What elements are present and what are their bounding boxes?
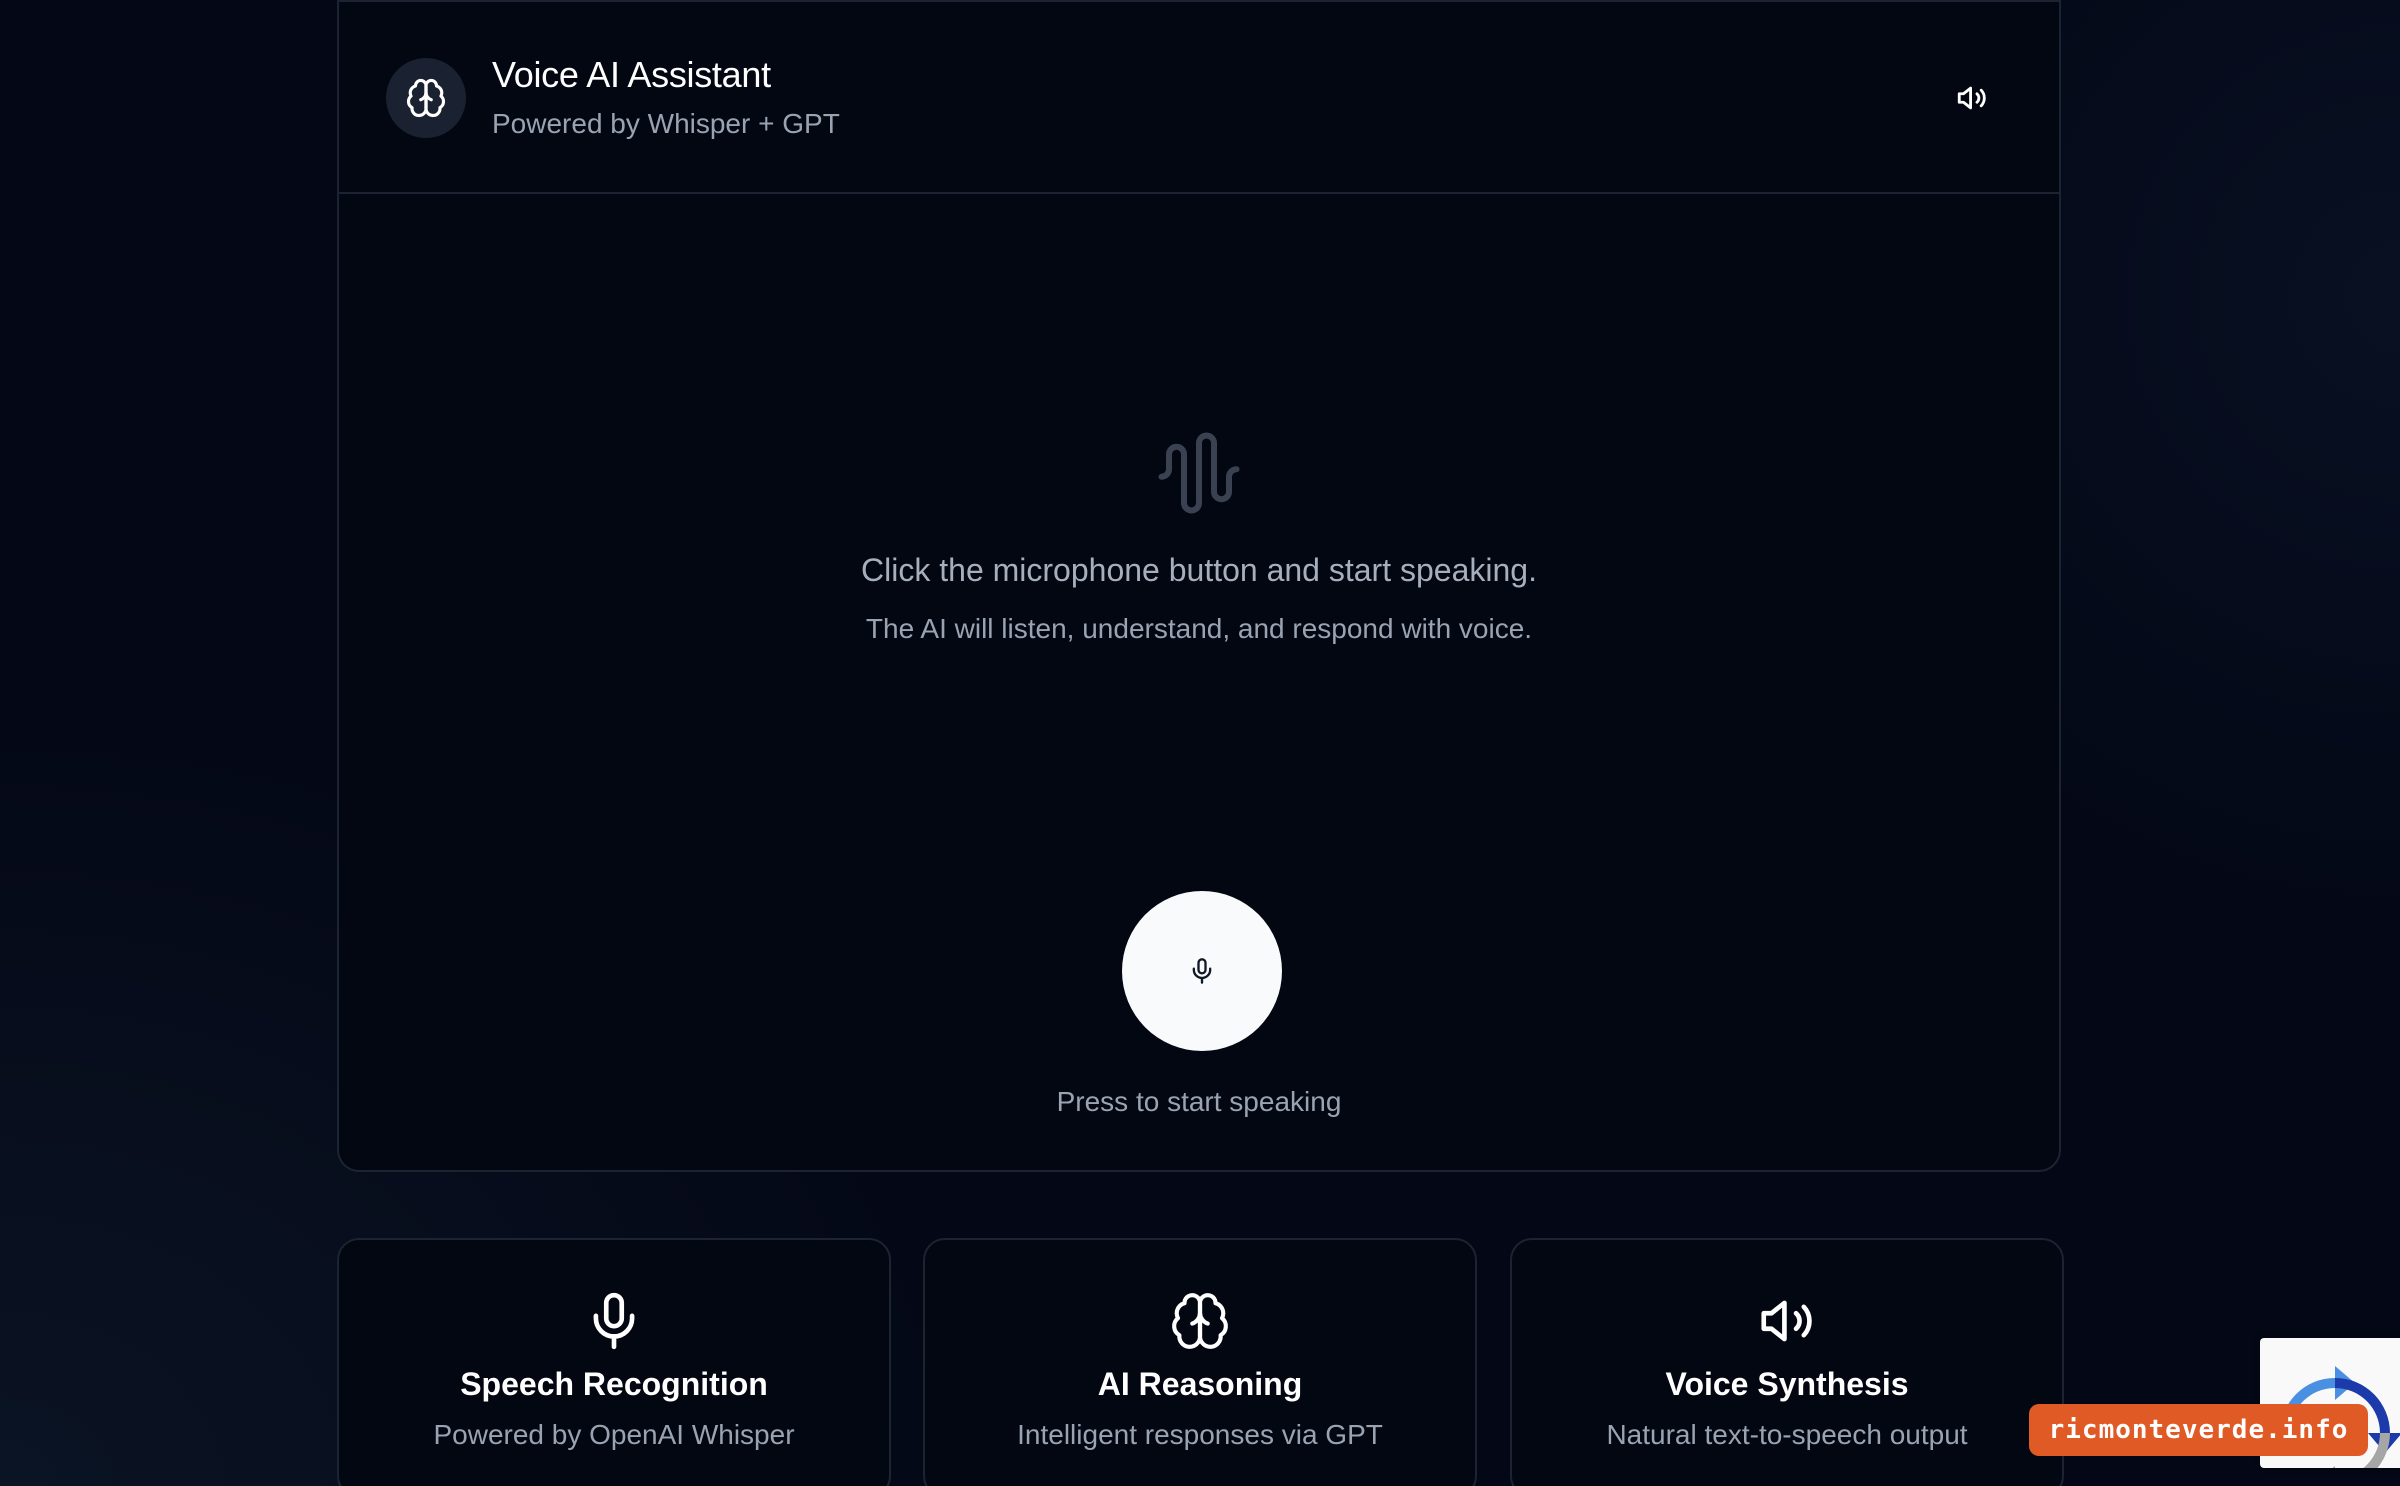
- feature-description: Intelligent responses via GPT: [1017, 1419, 1383, 1450]
- feature-title: Voice Synthesis: [1665, 1366, 1909, 1402]
- feature-description: Natural text-to-speech output: [1606, 1419, 1968, 1450]
- feature-card-speech-recognition: Speech Recognition Powered by OpenAI Whi…: [337, 1238, 891, 1486]
- feature-title: Speech Recognition: [460, 1366, 768, 1402]
- page-subtitle: Powered by Whisper + GPT: [492, 108, 840, 139]
- brain-icon: [1172, 1293, 1228, 1349]
- empty-state: Click the microphone button and start sp…: [339, 428, 2059, 645]
- microphone-icon: [593, 1292, 635, 1350]
- microphone-caption: Press to start speaking: [1056, 1086, 1342, 1117]
- brain-icon: [406, 78, 446, 118]
- feature-card-voice-synthesis: Voice Synthesis Natural text-to-speech o…: [1510, 1238, 2064, 1486]
- microphone-icon: [1192, 958, 1212, 984]
- speaker-icon: [1957, 86, 1986, 110]
- speaker-toggle-button[interactable]: [1953, 80, 1991, 116]
- feature-description: Powered by OpenAI Whisper: [433, 1419, 795, 1450]
- page-title: Voice AI Assistant: [492, 54, 771, 95]
- feature-title: AI Reasoning: [1097, 1366, 1303, 1402]
- assistant-avatar: [386, 58, 466, 138]
- feature-card-ai-reasoning: AI Reasoning Intelligent responses via G…: [923, 1238, 1477, 1486]
- watermark-badge: ricmonteverde.info: [2029, 1404, 2368, 1456]
- empty-state-description: The AI will listen, understand, and resp…: [865, 613, 1533, 644]
- speaker-icon: [1761, 1300, 1812, 1342]
- empty-state-heading: Click the microphone button and start sp…: [861, 552, 1537, 588]
- card-header: Voice AI Assistant Powered by Whisper + …: [339, 0, 2059, 194]
- voice-assistant-card: Voice AI Assistant Powered by Whisper + …: [337, 0, 2061, 1172]
- microphone-button[interactable]: [1122, 891, 1282, 1051]
- audio-waveform-icon: [1158, 432, 1240, 514]
